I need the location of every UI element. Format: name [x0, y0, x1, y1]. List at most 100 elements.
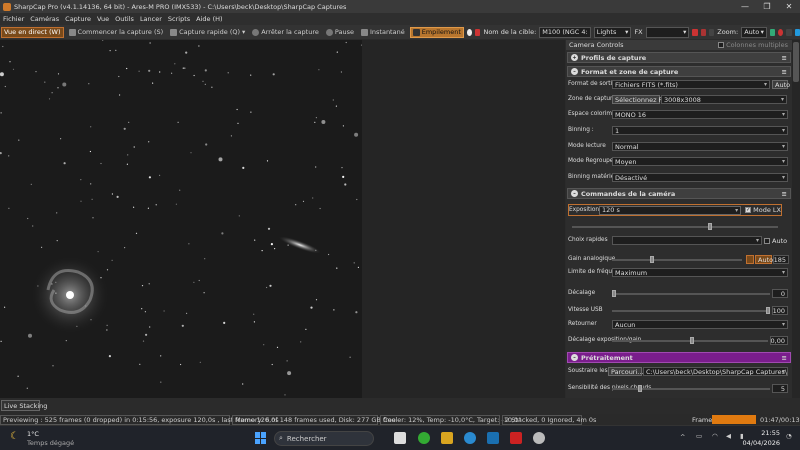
exposure-slider-knob[interactable] — [708, 223, 712, 230]
exp-gain-offset-knob[interactable] — [690, 337, 694, 344]
hot-pixel-slider[interactable] — [612, 384, 770, 393]
grouping-mode-select[interactable]: Moyen ▾ — [612, 157, 788, 166]
exposure-select[interactable]: 120 s ▾ — [599, 205, 742, 215]
target-icon[interactable] — [778, 28, 784, 36]
hw-binning-select[interactable]: Désactivé ▾ — [612, 173, 788, 182]
checkbox[interactable] — [718, 42, 725, 48]
quick-choices-select[interactable]: ▾ — [612, 236, 762, 245]
weather-desc[interactable]: Temps dégagé — [27, 439, 74, 447]
flag-icon[interactable] — [475, 28, 481, 36]
target-name-input[interactable]: M100 (NGC 4: — [539, 26, 591, 38]
darks-path-select[interactable]: C:\Users\beck\Desktop\SharpCap Captures\… — [643, 367, 788, 376]
histogram-icon[interactable] — [769, 28, 776, 36]
live-view-button[interactable]: Vue en direct (W) — [1, 26, 64, 38]
menu-tools[interactable]: Outils — [115, 15, 134, 23]
wifi-icon[interactable]: ◠ — [712, 432, 718, 440]
menu-help[interactable]: Aide (H) — [196, 15, 222, 23]
hot-pixel-knob[interactable] — [638, 385, 642, 392]
exp-gain-offset-slider[interactable] — [612, 336, 768, 345]
browse-button[interactable]: Parcouri... — [608, 367, 644, 376]
maximize-button[interactable]: ❐ — [756, 0, 778, 13]
image-viewer[interactable] — [0, 40, 362, 398]
output-format-select[interactable]: Fichiers FITS (*.fits) ▾ — [612, 80, 770, 89]
start-capture-button[interactable]: Commencer la capture (S) — [67, 27, 166, 38]
output-auto-button[interactable]: Auto — [772, 80, 790, 89]
weather-temp[interactable]: 1°C — [27, 430, 39, 438]
chevron-down-icon[interactable] — [786, 28, 792, 36]
task-view-icon[interactable] — [394, 432, 406, 444]
offset-value-field[interactable]: 0 — [772, 289, 788, 298]
chevron-up-icon[interactable]: ^ — [680, 433, 685, 441]
reticle-icon[interactable] — [692, 28, 698, 36]
gain-value-field[interactable]: 185 — [773, 255, 789, 264]
minimize-button[interactable]: — — [734, 0, 756, 13]
windows-start-icon[interactable] — [255, 432, 267, 444]
clock-time[interactable]: 21:55 — [744, 429, 780, 437]
notification-icon[interactable]: ◔ — [786, 432, 792, 440]
app-red-icon[interactable] — [510, 432, 522, 444]
menu-view[interactable]: Vue — [97, 15, 109, 23]
chrome-icon[interactable] — [418, 432, 430, 444]
quick-capture-button[interactable]: Capture rapide (Q) ▾ — [168, 27, 247, 38]
usb-speed-slider-knob[interactable] — [766, 307, 770, 314]
gain-auto-button[interactable]: Auto — [755, 255, 773, 264]
section-preprocessing[interactable]: – Prétraitement ≡ — [567, 352, 791, 363]
fx-select[interactable]: ▾ — [645, 26, 690, 38]
grid-icon[interactable] — [700, 28, 706, 36]
chevron-down-icon[interactable] — [708, 28, 715, 36]
panel-scrollbar[interactable] — [792, 40, 800, 398]
gain-slider[interactable] — [612, 255, 742, 264]
sharpcap-icon[interactable] — [533, 432, 545, 444]
menu-icon[interactable]: ≡ — [782, 354, 787, 362]
multi-columns-toggle[interactable]: Colonnes multiples — [718, 41, 788, 49]
taskbar-search[interactable]: ⌕ Rechercher — [274, 431, 374, 446]
store-icon[interactable] — [487, 432, 499, 444]
menu-capture[interactable]: Capture — [65, 15, 91, 23]
offset-slider-knob[interactable] — [612, 290, 616, 297]
exp-gain-offset-field[interactable]: 0,00 — [770, 336, 788, 345]
menu-cameras[interactable]: Caméras — [30, 15, 59, 23]
hot-pixel-field[interactable]: 5 — [772, 384, 788, 393]
menu-icon[interactable]: ≡ — [782, 68, 787, 76]
frame-type-select[interactable]: Lights ▾ — [593, 26, 632, 38]
usb-speed-slider[interactable] — [612, 306, 770, 315]
menu-file[interactable]: Fichier — [3, 15, 24, 23]
select-roi-button[interactable]: Sélectionnez ROI — [612, 95, 670, 104]
section-capture-profiles[interactable]: + Profils de capture ≡ — [567, 52, 791, 63]
flip-select[interactable]: Aucun ▾ — [612, 320, 788, 329]
section-camera-controls[interactable]: – Commandes de la caméra ≡ — [567, 188, 791, 199]
edge-icon[interactable] — [464, 432, 476, 444]
lx-mode-checkbox[interactable]: ✓ — [745, 207, 752, 213]
binning-select[interactable]: 1 ▾ — [612, 126, 788, 135]
moon-icon[interactable]: ☾ — [10, 431, 19, 442]
record-icon[interactable] — [466, 28, 473, 36]
fps-limit-select[interactable]: Maximum ▾ — [612, 268, 788, 277]
stop-capture-button[interactable]: Arrêter la capture — [250, 27, 321, 38]
lightning-icon[interactable] — [794, 28, 800, 36]
scrollbar-thumb[interactable] — [793, 42, 799, 82]
gain-slider-knob[interactable] — [650, 256, 654, 263]
menu-icon[interactable]: ≡ — [782, 190, 787, 198]
tray-icon[interactable]: ▭ — [696, 432, 702, 440]
color-space-select[interactable]: MONO 16 ▾ — [612, 110, 788, 119]
zoom-select[interactable]: Auto ▾ — [741, 26, 767, 38]
menu-icon[interactable]: ≡ — [782, 54, 787, 62]
pause-button[interactable]: Pause — [324, 27, 356, 38]
exposure-slider[interactable] — [572, 223, 778, 230]
clock-date[interactable]: 04/04/2026 — [728, 439, 780, 447]
roi-select[interactable]: 3008x3008 ▾ — [661, 95, 787, 104]
chevron-down-icon: ▾ — [683, 28, 687, 36]
auto-checkbox[interactable] — [764, 237, 770, 244]
section-format[interactable]: – Format et zone de capture ≡ — [567, 66, 791, 77]
stacking-button[interactable]: Empilement — [409, 26, 464, 38]
live-stacking-tab[interactable]: Live Stacking — [1, 400, 47, 411]
menu-run[interactable]: Lancer — [140, 15, 162, 23]
gain-stepper[interactable] — [746, 255, 754, 264]
offset-slider[interactable] — [612, 289, 770, 298]
snapshot-button[interactable]: Instantané — [359, 27, 407, 38]
close-button[interactable]: ✕ — [778, 0, 800, 13]
usb-speed-value-field[interactable]: 100 — [772, 306, 788, 315]
file-explorer-icon[interactable] — [441, 432, 453, 444]
read-mode-select[interactable]: Normal ▾ — [612, 142, 788, 151]
menu-scripts[interactable]: Scripts — [168, 15, 190, 23]
